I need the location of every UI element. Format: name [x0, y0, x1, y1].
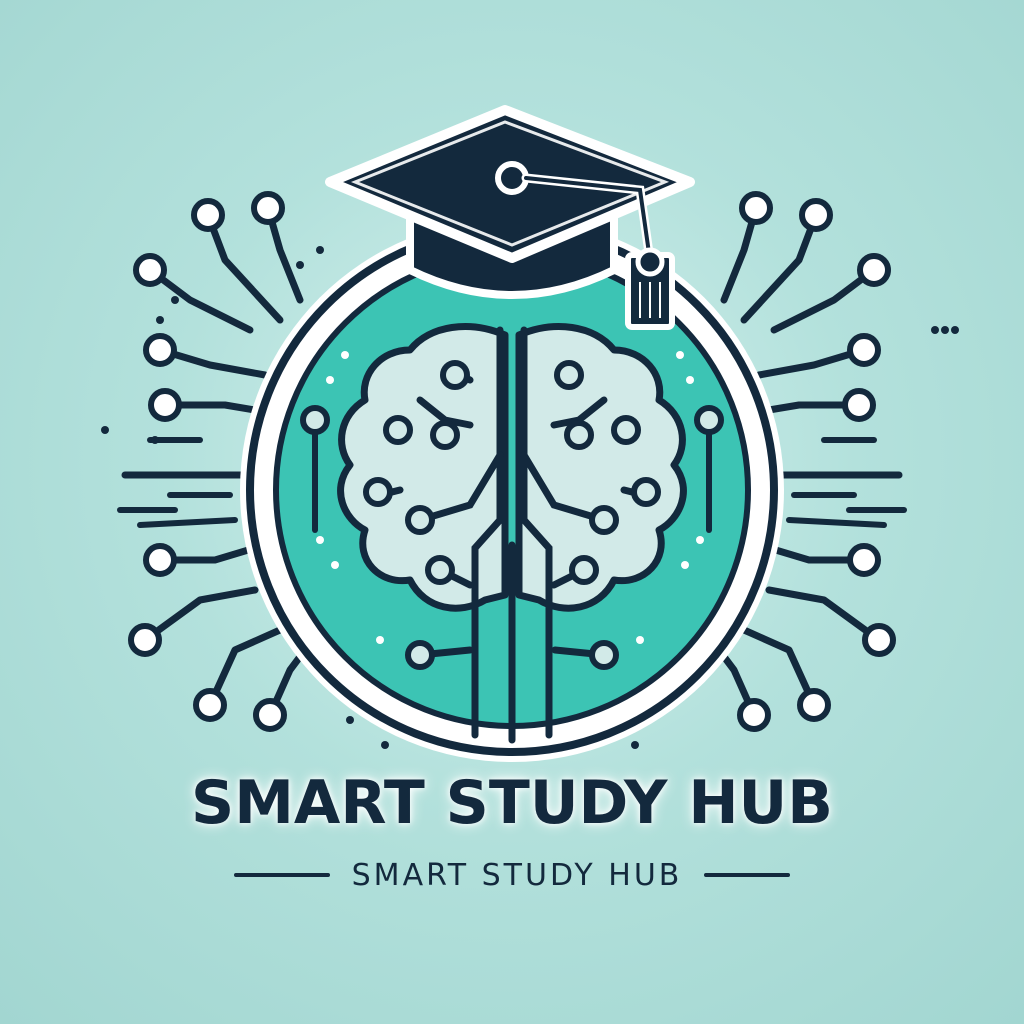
logo-canvas: SMART STUDY HUB SMART STUDY HUB	[0, 0, 1024, 1024]
logo-subtitle: SMART STUDY HUB	[351, 857, 683, 893]
logo-subtitle-row: SMART STUDY HUB	[0, 853, 1024, 897]
subtitle-rule-left	[233, 873, 330, 877]
subtitle-rule-right	[704, 873, 791, 877]
logo-title: SMART STUDY HUB	[191, 768, 833, 838]
